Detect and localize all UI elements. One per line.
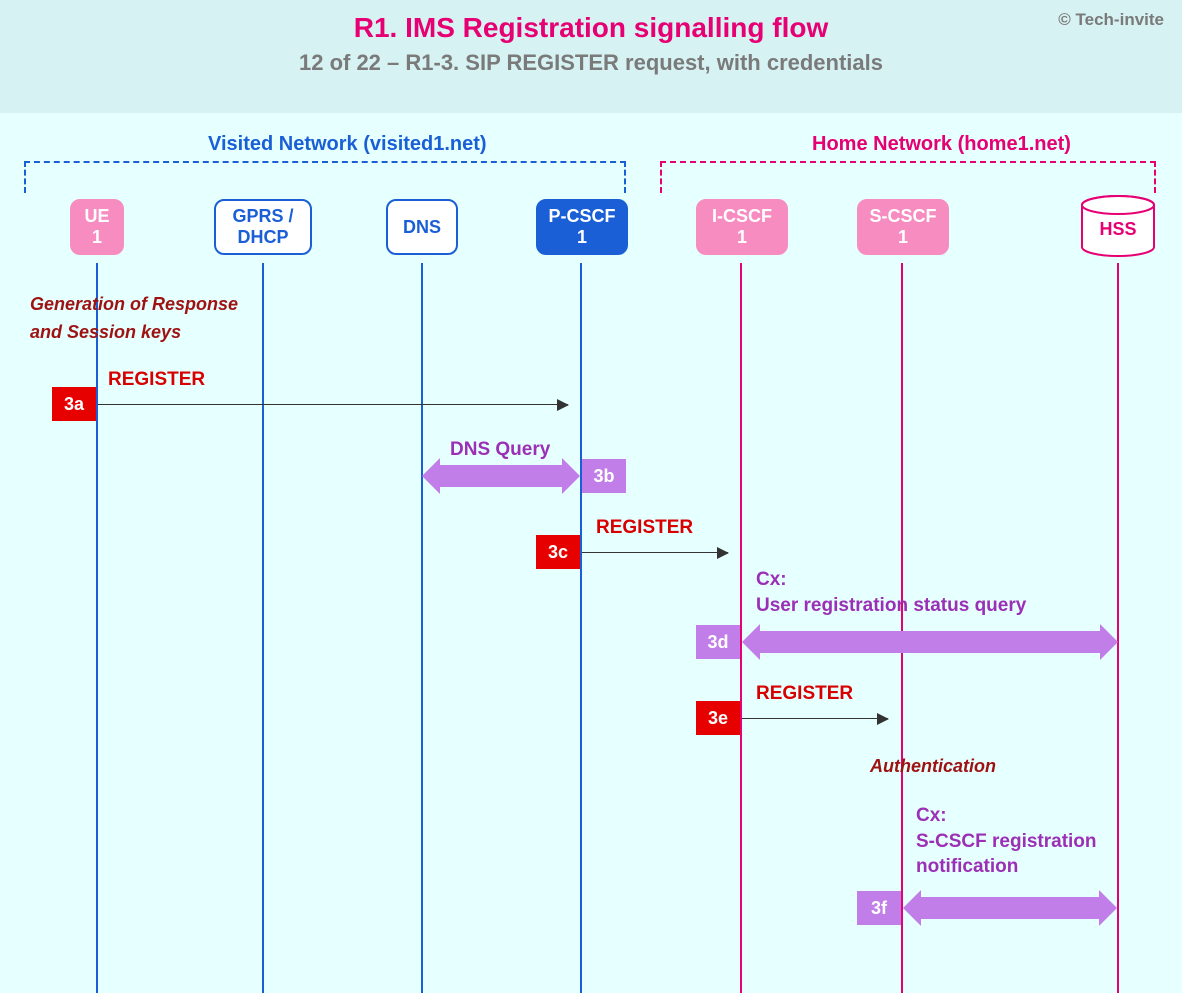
lifeline-dns [421, 263, 423, 993]
node-icscf1: I-CSCF 1 [696, 199, 788, 255]
comment-generation: Generation of Response and Session keys [30, 291, 238, 347]
lifeline-ue1 [96, 263, 98, 993]
node-gprs: GPRS / DHCP [214, 199, 312, 255]
node-scscf1: S-CSCF 1 [857, 199, 949, 255]
arrow-3b [440, 465, 562, 487]
badge-3b: 3b [582, 459, 626, 493]
badge-3c: 3c [536, 535, 580, 569]
node-pcscf1: P-CSCF 1 [536, 199, 628, 255]
arrow-3c [582, 552, 728, 553]
home-bracket [660, 161, 1156, 193]
visited-bracket [24, 161, 626, 193]
sequence-diagram: Visited Network (visited1.net) Home Netw… [0, 113, 1182, 993]
arrow-3d [760, 631, 1100, 653]
node-dns: DNS [386, 199, 458, 255]
lifeline-gprs [262, 263, 264, 993]
copyright: © Tech-invite [1058, 10, 1164, 30]
badge-3d: 3d [696, 625, 740, 659]
badge-3a: 3a [52, 387, 96, 421]
node-ue1: UE 1 [70, 199, 124, 255]
label-3f: Cx: S-CSCF registration notification [916, 803, 1097, 880]
comment-authentication: Authentication [870, 753, 996, 781]
title-band: © Tech-invite R1. IMS Registration signa… [0, 0, 1182, 113]
lifeline-pcscf1 [580, 263, 582, 993]
label-3b: DNS Query [450, 439, 550, 461]
page-subtitle: 12 of 22 – R1-3. SIP REGISTER request, w… [0, 50, 1182, 76]
label-3a: REGISTER [108, 369, 205, 391]
visited-network-label: Visited Network (visited1.net) [208, 133, 487, 156]
badge-3e: 3e [696, 701, 740, 735]
badge-3f: 3f [857, 891, 901, 925]
home-network-label: Home Network (home1.net) [812, 133, 1071, 156]
page-title: R1. IMS Registration signalling flow [0, 12, 1182, 44]
diagram-page: © Tech-invite R1. IMS Registration signa… [0, 0, 1182, 993]
arrow-3e [742, 718, 888, 719]
node-hss: HSS [1080, 207, 1156, 251]
label-3c: REGISTER [596, 517, 693, 539]
label-3d: Cx: User registration status query [756, 567, 1026, 618]
lifeline-scscf1 [901, 263, 903, 993]
arrow-3f [921, 897, 1099, 919]
arrow-3a [98, 404, 568, 405]
label-3e: REGISTER [756, 683, 853, 705]
